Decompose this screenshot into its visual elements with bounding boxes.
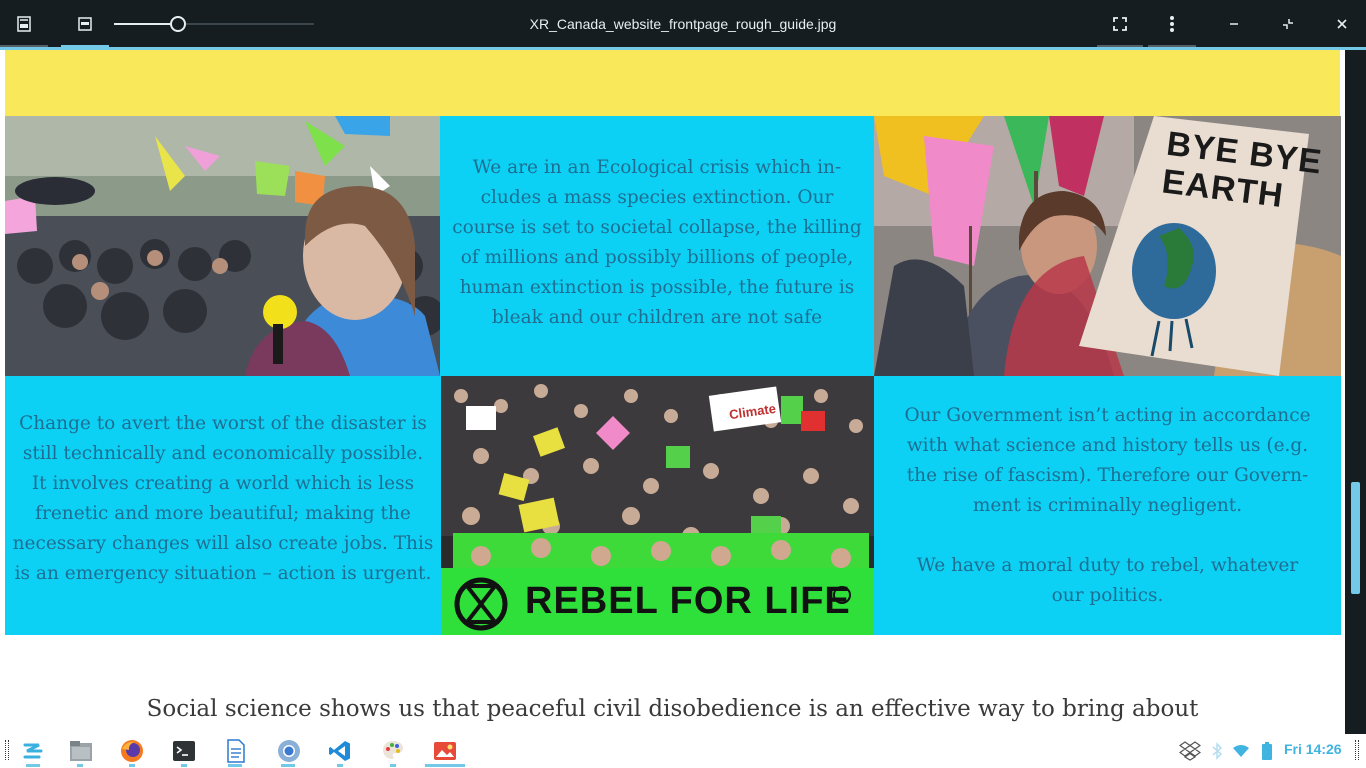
zorin-menu-icon[interactable] — [19, 737, 47, 765]
panel-change-possible: Change to avert the worst of the disaste… — [5, 376, 441, 635]
paint-icon[interactable] — [379, 737, 407, 765]
close-button[interactable] — [1328, 0, 1356, 48]
scrollbar-thumb[interactable] — [1351, 482, 1360, 594]
firefox-icon[interactable] — [118, 737, 146, 765]
minimize-icon — [1230, 23, 1238, 25]
yellow-header-band — [5, 50, 1340, 116]
government-negligent-text: Our Government isn’t acting in accordanc… — [904, 405, 1311, 516]
photo-speaker-crowd — [5, 116, 440, 376]
title-bar: XR_Canada_website_frontpage_rough_guide.… — [0, 0, 1366, 50]
restore-icon — [1283, 19, 1293, 29]
vscode-icon[interactable] — [326, 737, 354, 765]
zoom-slider-handle[interactable] — [170, 16, 186, 32]
ecological-crisis-text: We are in an Ecological crisis which in-… — [452, 157, 862, 328]
fullscreen-icon — [1113, 17, 1127, 31]
image-viewer-menu-icon — [17, 16, 31, 32]
dropbox-icon[interactable] — [1176, 737, 1204, 765]
more-options-button[interactable] — [1148, 0, 1196, 48]
fullscreen-button[interactable] — [1097, 0, 1143, 48]
panel-ecological-crisis: We are in an Ecological crisis which in-… — [440, 116, 874, 376]
restore-button[interactable] — [1274, 0, 1302, 48]
close-icon — [1337, 19, 1347, 29]
minimize-button[interactable] — [1220, 0, 1248, 48]
sidebar-toggle-button[interactable] — [61, 0, 109, 48]
vertical-scrollbar[interactable] — [1345, 50, 1366, 734]
taskbar: Fri 14:26 — [0, 734, 1366, 768]
zoom-slider-fill — [114, 23, 177, 25]
moral-duty-text: We have a moral duty to rebel, whatever … — [916, 555, 1299, 606]
files-icon[interactable] — [67, 737, 95, 765]
photo-rebel-for-life-march: Climate REBEL FOR LIFE — [441, 376, 874, 635]
taskbar-grip-left[interactable] — [5, 740, 9, 760]
panel-icon — [78, 17, 92, 31]
change-possible-text: Change to avert the worst of the disaste… — [12, 413, 434, 584]
clock[interactable]: Fri 14:26 — [1284, 734, 1342, 768]
photo-bye-bye-earth-sign: BYE BYE EARTH — [874, 116, 1341, 376]
kebab-menu-icon — [1170, 16, 1174, 32]
document-icon[interactable] — [222, 737, 250, 765]
social-science-heading: Social science shows us that peaceful ci… — [146, 696, 1199, 722]
banner-rebel-for-life: REBEL FOR LIFE — [525, 580, 851, 622]
chromium-icon[interactable] — [275, 737, 303, 765]
app-menu-button[interactable] — [0, 0, 48, 48]
wifi-icon[interactable] — [1227, 737, 1255, 765]
image-canvas[interactable]: We are in an Ecological crisis which in-… — [0, 50, 1366, 734]
terminal-icon[interactable] — [170, 737, 198, 765]
battery-icon[interactable] — [1253, 737, 1281, 765]
image-viewer-icon[interactable] — [431, 737, 459, 765]
panel-government-negligent: Our Government isn’t acting in accordanc… — [874, 376, 1341, 635]
taskbar-grip-right[interactable] — [1355, 740, 1359, 760]
